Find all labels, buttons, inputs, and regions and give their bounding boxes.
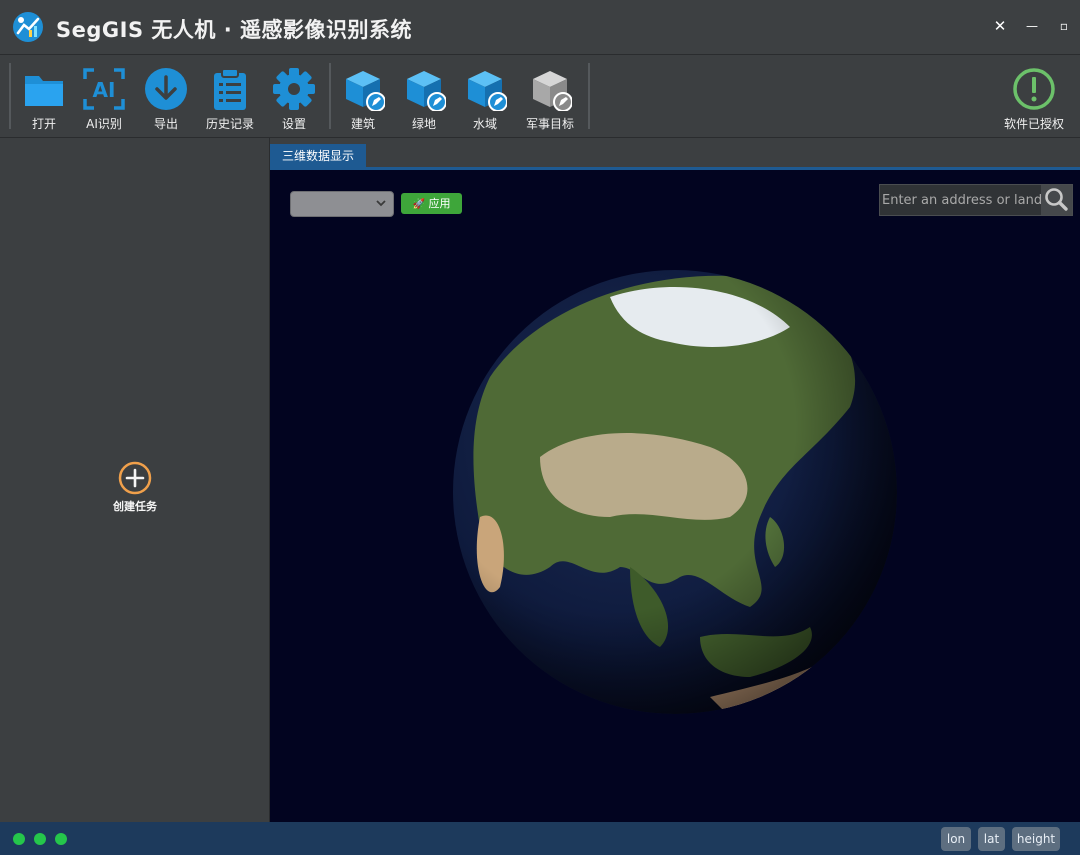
app-logo-icon (13, 12, 43, 42)
export-label: 导出 (153, 117, 178, 131)
chevron-down-icon (376, 200, 386, 207)
apply-label: 应用 (428, 197, 451, 210)
building-button[interactable]: 建筑 (336, 63, 390, 133)
green-space-label: 绿地 (411, 117, 436, 131)
geocoder (879, 184, 1073, 216)
create-task-button[interactable]: 创建任务 (104, 461, 166, 514)
app-title: SegGIS 无人机 · 遥感影像识别系统 (56, 18, 412, 42)
status-dot (34, 833, 46, 845)
cube-edit-icon (346, 71, 385, 111)
rocket-icon: 🚀 (412, 199, 425, 210)
create-task-label: 创建任务 (113, 500, 157, 513)
open-button[interactable]: 打开 (17, 63, 71, 133)
cube-edit-icon (468, 71, 507, 111)
exclamation-circle-icon (1013, 68, 1055, 110)
lon-readout: lon (941, 827, 971, 851)
toolbar-divider (329, 63, 331, 129)
folder-icon (25, 76, 63, 106)
layer-select[interactable] (290, 191, 394, 217)
close-button[interactable]: ✕ (990, 16, 1010, 36)
license-button[interactable]: 软件已授权 (1000, 63, 1068, 133)
toolbar-divider (9, 63, 11, 129)
minimize-button[interactable]: — (1022, 16, 1042, 36)
earth-globe[interactable] (450, 267, 900, 717)
maximize-button[interactable]: ▫ (1054, 16, 1074, 36)
status-dot (55, 833, 67, 845)
ai-label: AI识别 (86, 117, 122, 131)
open-label: 打开 (31, 117, 56, 131)
address-search-input[interactable] (880, 185, 1042, 215)
toolbar-divider (588, 63, 590, 129)
toolbar: 打开 AI AI识别 导出 历史记录 设置 建筑 绿地 水域 军事目标 软件已授… (0, 55, 1080, 138)
settings-button[interactable]: 设置 (267, 63, 321, 133)
globe-viewer[interactable]: 🚀 应用 (270, 170, 1080, 822)
download-icon (145, 68, 187, 110)
apply-button[interactable]: 🚀 应用 (401, 193, 462, 214)
height-readout: height (1012, 827, 1060, 851)
license-label: 软件已授权 (1003, 117, 1064, 131)
military-target-label: 军事目标 (525, 117, 574, 131)
add-circle-icon (118, 461, 152, 495)
gear-icon (273, 68, 315, 110)
search-button[interactable] (1041, 185, 1072, 215)
search-icon (1045, 188, 1068, 211)
export-button[interactable]: 导出 (139, 63, 193, 133)
lat-readout: lat (978, 827, 1005, 851)
title-bar: SegGIS 无人机 · 遥感影像识别系统 ✕ — ▫ (0, 0, 1080, 55)
clipboard-icon (214, 68, 246, 110)
status-bar: lon lat height (0, 822, 1080, 855)
cube-edit-icon (407, 71, 446, 111)
tab-3d-display[interactable]: 三维数据显示 (270, 144, 366, 169)
military-target-button[interactable]: 军事目标 (520, 63, 580, 133)
cube-edit-icon (533, 71, 572, 111)
status-dot (13, 833, 25, 845)
svg-text:AI: AI (93, 78, 116, 102)
history-label: 历史记录 (205, 117, 254, 131)
settings-label: 设置 (281, 117, 306, 131)
ai-scan-icon: AI (83, 68, 125, 110)
building-label: 建筑 (350, 117, 375, 131)
green-space-button[interactable]: 绿地 (397, 63, 451, 133)
history-button[interactable]: 历史记录 (201, 63, 259, 133)
ai-recognize-button[interactable]: AI AI识别 (77, 63, 131, 133)
water-button[interactable]: 水域 (458, 63, 512, 133)
water-label: 水域 (472, 117, 497, 131)
tab-bar: 三维数据显示 (270, 138, 1080, 170)
task-sidebar: 创建任务 (0, 138, 270, 822)
